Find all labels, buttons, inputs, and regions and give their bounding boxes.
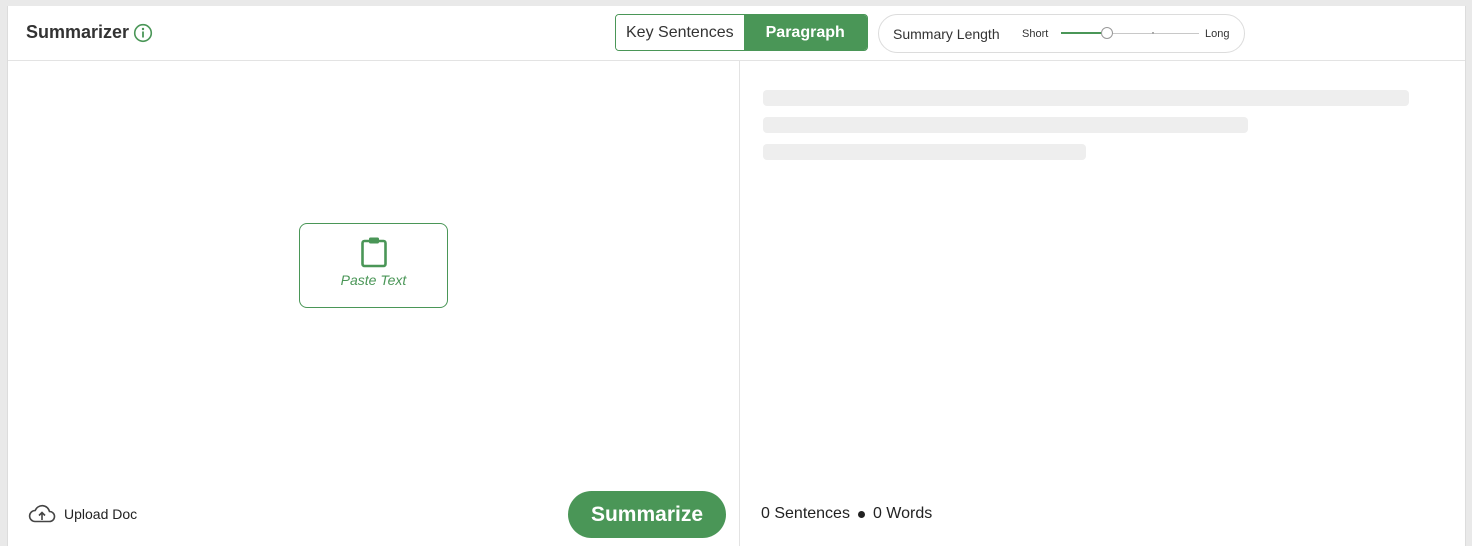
mode-toggle: Key Sentences Paragraph — [615, 14, 868, 51]
page-title: Summarizer — [26, 22, 153, 43]
summary-placeholder-line — [763, 90, 1409, 106]
summary-length-control: Summary Length Short Long — [878, 14, 1245, 53]
long-label: Long — [1205, 28, 1230, 40]
slider-thumb[interactable] — [1100, 27, 1113, 39]
clipboard-icon — [360, 237, 387, 268]
separator-dot — [857, 510, 865, 518]
summarizer-app: Summarizer Key Sentences Paragraph Summa… — [7, 6, 1466, 546]
summary-placeholder-line — [763, 144, 1086, 160]
summary-placeholder-line — [763, 117, 1248, 133]
paste-text-button[interactable]: Paste Text — [299, 223, 448, 308]
slider-tick — [1152, 32, 1155, 34]
summary-length-label: Summary Length — [893, 26, 1000, 42]
title-text: Summarizer — [26, 22, 130, 42]
info-icon[interactable] — [133, 23, 153, 43]
short-label: Short — [1022, 28, 1049, 40]
key-sentences-button[interactable]: Key Sentences — [616, 15, 744, 50]
upload-doc-button[interactable]: Upload Doc — [28, 504, 137, 524]
panel-divider — [739, 61, 740, 546]
paste-text-label: Paste Text — [340, 272, 407, 288]
words-count: 0 Words — [872, 505, 933, 522]
cloud-upload-icon — [28, 504, 56, 523]
slider-fill — [1061, 32, 1107, 34]
paragraph-button[interactable]: Paragraph — [743, 15, 867, 50]
header: Summarizer Key Sentences Paragraph Summa… — [8, 6, 1465, 61]
summary-stats: 0 Sentences 0 Words — [761, 505, 932, 523]
sentences-count: 0 Sentences — [761, 505, 850, 522]
summarize-button[interactable]: Summarize — [568, 491, 726, 538]
summary-length-slider[interactable] — [1061, 27, 1199, 41]
upload-doc-label: Upload Doc — [64, 506, 138, 522]
